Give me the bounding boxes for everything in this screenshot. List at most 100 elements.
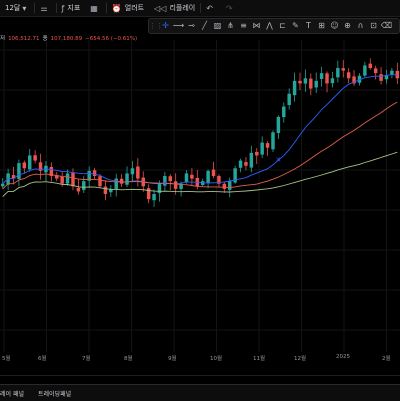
- brush-icon[interactable]: ✎: [289, 19, 302, 33]
- candle: [38, 153, 43, 180]
- interval-button[interactable]: 12달 ▾: [0, 0, 34, 16]
- candle: [114, 173, 118, 197]
- replay-icon: ◁◁: [154, 3, 167, 13]
- crosshair-icon[interactable]: ✛: [159, 19, 172, 33]
- trend-line-icon[interactable]: ╱: [198, 19, 211, 33]
- measure-icon[interactable]: ⋈: [250, 19, 263, 33]
- bottom-panel: 레이 패널 트레이딩패널: [0, 384, 400, 401]
- candle-body: [287, 93, 291, 106]
- x-label: 8월: [124, 356, 133, 362]
- lock-icon[interactable]: ⊡: [367, 19, 380, 33]
- candle-body: [271, 132, 275, 150]
- candle-body: [244, 162, 248, 166]
- candle: [325, 71, 329, 93]
- candle-body: [249, 152, 254, 168]
- candle: [55, 171, 59, 182]
- candle: [71, 168, 75, 191]
- candle: [233, 165, 237, 184]
- candle-body: [114, 178, 118, 189]
- candle-body: [146, 188, 151, 200]
- x-label: 10월: [210, 356, 223, 362]
- parallel-channel-icon[interactable]: ▨: [211, 19, 224, 33]
- ruler-icon[interactable]: ⊞: [315, 19, 328, 33]
- candle-body: [22, 162, 27, 169]
- candle: [395, 62, 400, 84]
- alert-label: 얼러트: [124, 4, 145, 12]
- candle-body: [152, 194, 156, 201]
- candle-body: [346, 72, 351, 79]
- candle-body: [238, 160, 243, 168]
- candle: [184, 170, 189, 184]
- candle-body: [190, 174, 194, 179]
- icon-picker-icon[interactable]: ☺: [328, 19, 341, 33]
- candle: [249, 145, 254, 173]
- candle-body: [173, 181, 178, 189]
- candle: [287, 88, 291, 110]
- candle-body: [276, 116, 281, 134]
- fib-retracement-icon[interactable]: ≡: [237, 19, 250, 33]
- interval-label: 12달: [5, 4, 21, 12]
- cross-marker: ✕: [275, 156, 281, 164]
- candle: [82, 176, 86, 194]
- arrow-line-icon[interactable]: ⟶: [172, 19, 185, 33]
- trash-icon[interactable]: ⌫: [380, 19, 393, 33]
- candle: [28, 148, 32, 172]
- candle-body: [319, 73, 324, 79]
- chart-type-button[interactable]: ⚌: [35, 0, 55, 16]
- x-label: 5월: [2, 356, 11, 362]
- x-label: 11월: [253, 356, 266, 362]
- candle: [17, 159, 21, 187]
- redo-button[interactable]: ↷: [221, 0, 241, 16]
- magnet-icon[interactable]: ∩: [354, 19, 367, 33]
- x-label: 2월: [382, 356, 391, 362]
- candle-body: [98, 176, 102, 187]
- candle-body: [65, 173, 70, 184]
- price-chart[interactable]: ✕✕: [0, 40, 400, 352]
- candle: [103, 180, 108, 201]
- candle-body: [325, 73, 329, 84]
- replay-button[interactable]: ◁◁ 리플레이: [149, 0, 200, 16]
- tab-trading-panel[interactable]: 트레이딩패널: [38, 389, 79, 398]
- candle-body: [379, 74, 383, 81]
- zoom-in-icon[interactable]: ⊕: [341, 19, 354, 33]
- candle-body: [303, 78, 308, 84]
- cross-marker: ✕: [162, 179, 168, 187]
- layout-button[interactable]: ▦: [85, 0, 106, 16]
- candle: [265, 141, 270, 156]
- candle-body: [71, 172, 75, 187]
- candle-body: [60, 176, 64, 184]
- candle-body: [211, 169, 216, 176]
- candle: [319, 66, 324, 87]
- candle: [168, 174, 172, 191]
- candle-body: [265, 143, 270, 148]
- xabcd-pattern-icon[interactable]: ⋀: [263, 19, 276, 33]
- candle-body: [309, 78, 313, 89]
- candle: [44, 161, 48, 181]
- undo-button[interactable]: ↶: [201, 0, 221, 16]
- candle: [206, 169, 210, 189]
- projection-icon[interactable]: ⊏: [276, 19, 289, 33]
- candle-body: [92, 170, 97, 176]
- candle-body: [384, 75, 389, 80]
- tab-panel[interactable]: 레이 패널: [0, 389, 32, 398]
- candles-icon: ⚌: [40, 3, 48, 13]
- time-axis: 5월 6월 7월 8월 9월 10월 11월 12월 2025 2월: [0, 354, 400, 364]
- candle: [303, 69, 308, 92]
- indicators-button[interactable]: ƒ 지표: [57, 0, 86, 16]
- horizontal-line-icon[interactable]: ⊸: [185, 19, 198, 33]
- drag-handle-icon[interactable]: ⋮⋮: [149, 22, 163, 30]
- candle-body: [17, 163, 21, 179]
- candle: [271, 130, 275, 153]
- text-icon[interactable]: T: [302, 19, 315, 33]
- x-label: 9월: [168, 356, 177, 362]
- candle: [217, 174, 221, 188]
- pitchfork-icon[interactable]: ⋔: [224, 19, 237, 33]
- candle: [146, 184, 151, 204]
- candle-body: [255, 151, 259, 156]
- alert-button[interactable]: ⏰ 얼러트: [107, 0, 149, 16]
- candle-body: [28, 155, 32, 170]
- candle: [211, 161, 216, 179]
- candle: [119, 174, 124, 188]
- candle: [330, 71, 335, 88]
- candle-body: [390, 70, 394, 75]
